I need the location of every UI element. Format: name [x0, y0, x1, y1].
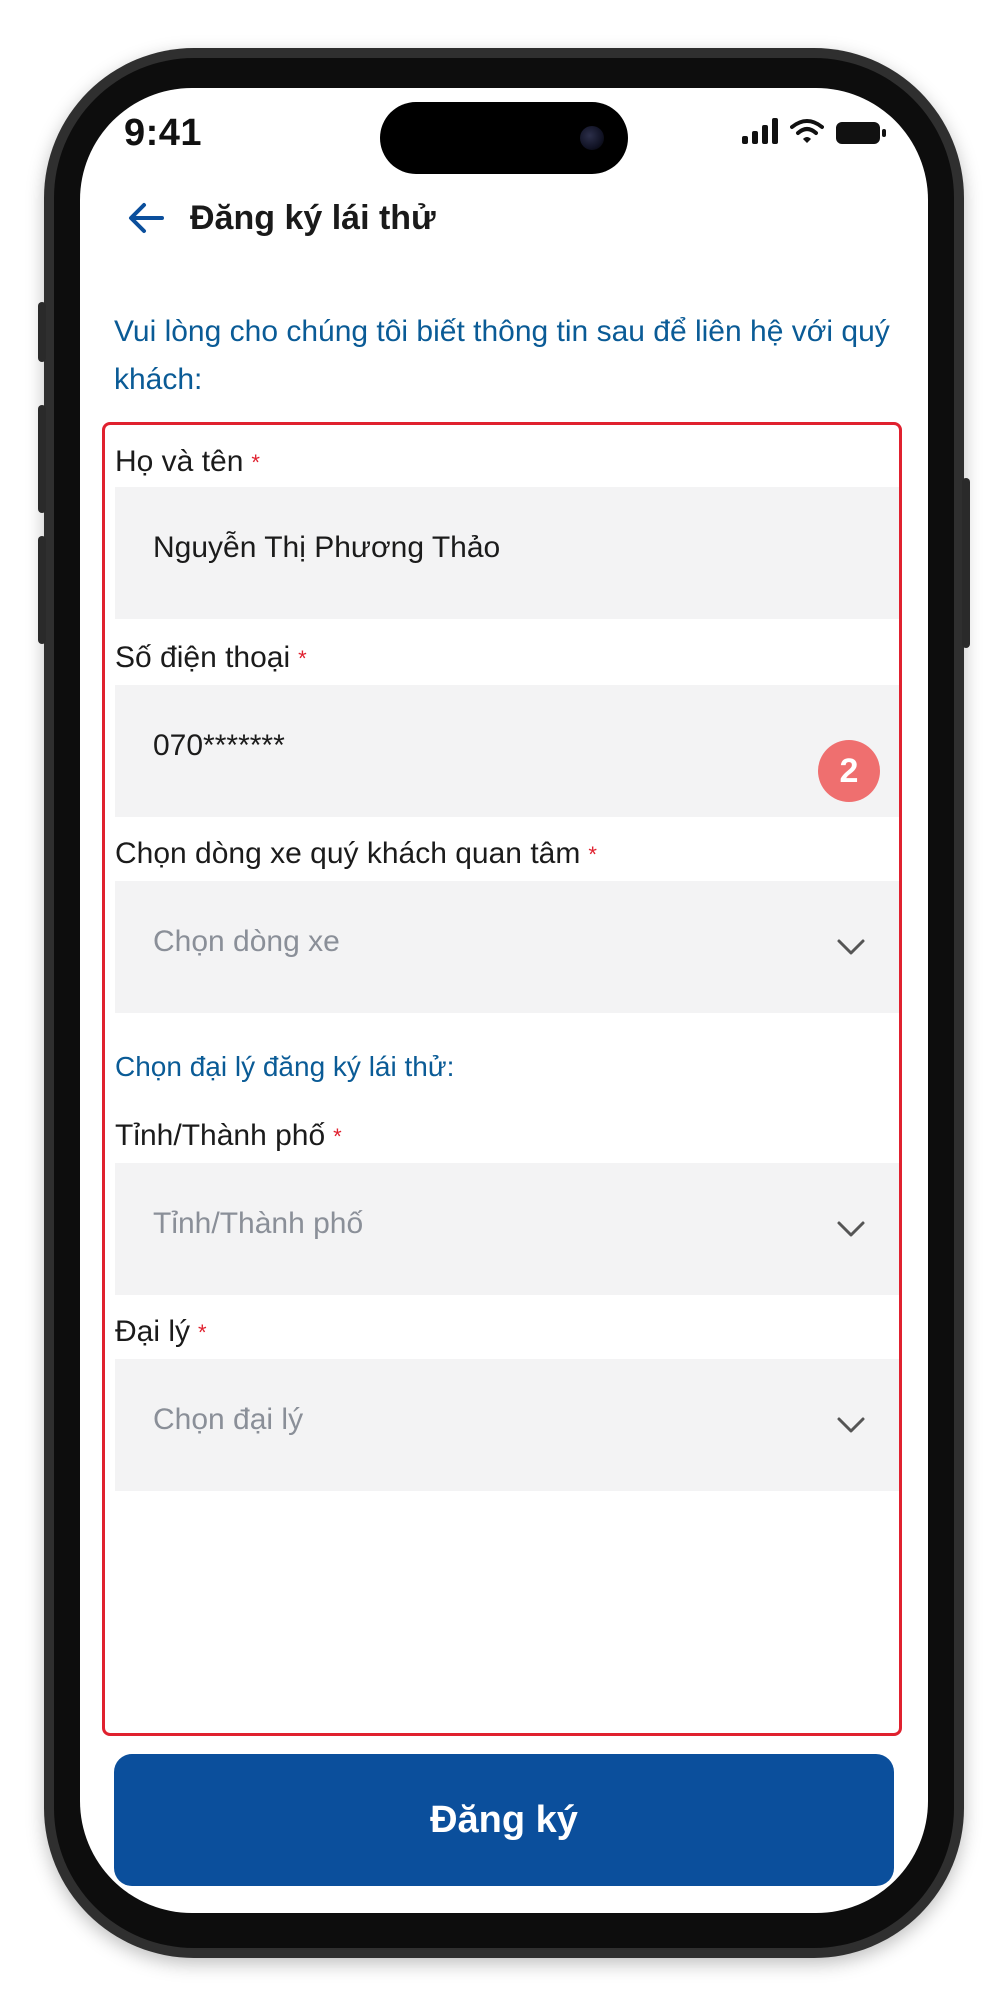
province-placeholder: Tỉnh/Thành phố — [153, 1207, 364, 1240]
battery-icon — [836, 122, 886, 144]
required-mark: * — [333, 1124, 342, 1150]
dealer-placeholder: Chọn đại lý — [153, 1403, 304, 1436]
step-badge: 2 — [818, 740, 880, 802]
required-mark: * — [588, 842, 597, 868]
phone-value: 070******* — [153, 729, 285, 762]
dealer-label-text: Đại lý — [115, 1315, 191, 1348]
page-title: Đăng ký lái thử — [190, 198, 436, 237]
arrow-left-icon[interactable] — [124, 196, 168, 240]
front-camera-icon — [580, 126, 604, 150]
intro-text: Vui lòng cho chúng tôi biết thông tin sa… — [114, 315, 890, 396]
full-name-label: Họ và tên * — [115, 445, 260, 479]
dynamic-island — [380, 102, 628, 174]
submit-button[interactable]: Đăng ký — [114, 1754, 894, 1886]
dealer-select[interactable]: Chọn đại lý — [115, 1359, 899, 1491]
required-mark: * — [298, 646, 307, 672]
chevron-down-icon — [837, 939, 865, 955]
registration-form: Họ và tên * Nguyễn Thị Phương Thảo Số điệ… — [102, 422, 902, 1736]
full-name-value: Nguyễn Thị Phương Thảo — [153, 531, 501, 564]
chevron-down-icon — [837, 1221, 865, 1237]
car-model-label: Chọn dòng xe quý khách quan tâm * — [115, 837, 597, 871]
phone-label-text: Số điện thoại — [115, 641, 291, 674]
required-mark: * — [251, 450, 260, 476]
province-label: Tỉnh/Thành phố * — [115, 1119, 342, 1153]
wifi-icon — [790, 119, 824, 143]
signal-icon — [742, 118, 778, 144]
chevron-down-icon — [837, 1417, 865, 1433]
full-name-field[interactable]: Nguyễn Thị Phương Thảo — [115, 487, 899, 619]
app-header: Đăng ký lái thử — [124, 188, 436, 248]
volume-down-button — [38, 536, 46, 644]
full-name-label-text: Họ và tên — [115, 445, 244, 478]
phone-field[interactable]: 070******* — [115, 685, 899, 817]
status-icons — [742, 118, 886, 144]
province-select[interactable]: Tỉnh/Thành phố — [115, 1163, 899, 1295]
car-model-placeholder: Chọn dòng xe — [153, 925, 340, 958]
status-time: 9:41 — [124, 112, 203, 154]
volume-up-button — [38, 405, 46, 513]
car-model-label-text: Chọn dòng xe quý khách quan tâm — [115, 837, 581, 870]
car-model-select[interactable]: Chọn dòng xe — [115, 881, 899, 1013]
province-label-text: Tỉnh/Thành phố — [115, 1119, 326, 1152]
dealer-label: Đại lý * — [115, 1315, 207, 1349]
required-mark: * — [198, 1320, 207, 1346]
dealer-section-title: Chọn đại lý đăng ký lái thử: — [115, 1051, 455, 1082]
app-screen: 9:41 Đăng ký lái thử Vui lòng cho chúng … — [80, 88, 928, 1913]
power-button — [962, 478, 970, 648]
mute-switch — [38, 302, 46, 362]
phone-label: Số điện thoại * — [115, 641, 307, 675]
